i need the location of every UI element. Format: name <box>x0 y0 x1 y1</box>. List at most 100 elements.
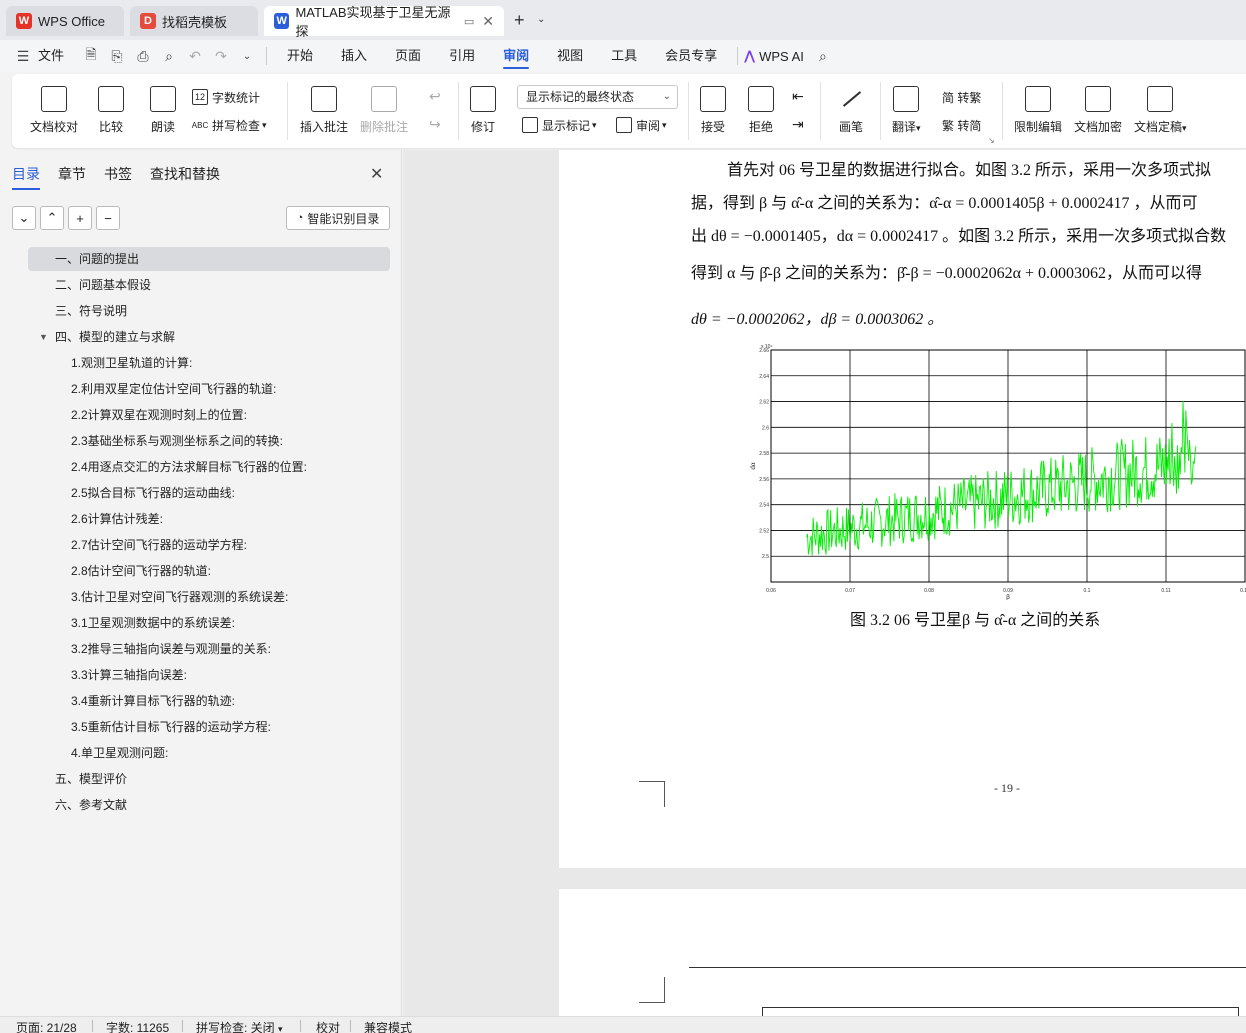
close-tab-icon[interactable]: ✕ <box>482 13 494 30</box>
close-icon[interactable]: ✕ <box>370 164 383 184</box>
accept-button[interactable]: 接受 <box>700 86 726 135</box>
insert-comment-button[interactable]: 插入批注 <box>300 86 348 135</box>
chevron-down-icon[interactable]: ⌄ <box>537 14 545 25</box>
review-pane-button[interactable]: 审阅 ▾ <box>616 114 667 136</box>
new-tab-icon[interactable]: + <box>514 10 525 31</box>
toc-item[interactable]: 3.2推导三轴指向误差与观测量的关系: <box>71 638 271 660</box>
compare-button[interactable]: 比较 <box>98 86 124 135</box>
toc-item-label: 3.1卫星观测数据中的系统误差: <box>71 616 236 630</box>
word-count-indicator[interactable]: 字数: 11265 <box>106 1019 169 1033</box>
to-traditional-button[interactable]: 简 转繁 <box>942 86 981 108</box>
collapse-up-icon[interactable]: ⌃ <box>40 206 64 230</box>
translate-button[interactable]: 翻译▾ <box>892 86 921 135</box>
spell-check-button[interactable]: ABC 拼写检查 ▾ <box>192 114 267 136</box>
x-axis-label: β <box>1006 593 1010 600</box>
export-icon[interactable]: ⎘ <box>104 40 130 72</box>
menu-references[interactable]: 引用 <box>435 40 489 72</box>
toc-item[interactable]: 2.7估计空间飞行器的运动学方程: <box>71 534 247 556</box>
toc-item[interactable]: ▼ 四、模型的建立与求解 <box>39 326 175 348</box>
pen-button[interactable]: 画笔 <box>838 86 864 135</box>
tab-template[interactable]: D 找稻壳模板 <box>130 6 258 36</box>
menu-home[interactable]: 开始 <box>273 40 327 72</box>
to-simplified-label: 繁 转简 <box>942 118 982 133</box>
word-count-button[interactable]: 12 字数统计 <box>192 86 260 108</box>
proofread-button[interactable]: 文档校对 <box>30 86 78 135</box>
dialog-launcher-icon[interactable]: ↘ <box>988 136 995 145</box>
restrict-edit-button[interactable]: 限制编辑 <box>1014 86 1062 135</box>
toc-item[interactable]: 1.观测卫星轨道的计算: <box>71 352 192 374</box>
toc-item[interactable]: 五、模型评价 <box>55 768 127 790</box>
toc-item[interactable]: 三、符号说明 <box>55 300 127 322</box>
menu-review[interactable]: 审阅 <box>489 40 543 72</box>
next-change-icon[interactable]: ⇥ <box>792 116 804 133</box>
expand-down-icon[interactable]: ⌄ <box>12 206 36 230</box>
quick-access-more-icon[interactable]: ⌄ <box>234 40 260 72</box>
print-icon[interactable]: ⎙ <box>130 40 156 72</box>
expand-triangle-icon[interactable]: ▼ <box>39 326 48 348</box>
document-area: 首先对 06 号卫星的数据进行拟合。如图 3.2 所示，采用一次多项式拟 据，得… <box>403 150 1246 1016</box>
smart-toc-button[interactable]: ◔ 智能识别目录 <box>286 206 390 230</box>
undo-icon[interactable]: ↶ <box>182 40 208 72</box>
previous-comment-icon[interactable]: ↩ <box>429 88 441 105</box>
tab-bookmarks[interactable]: 书签 <box>104 164 132 184</box>
add-heading-icon[interactable]: + <box>68 206 92 230</box>
menu-file[interactable]: 文件 <box>36 40 78 72</box>
toc-item[interactable]: 3.3计算三轴指向误差: <box>71 664 187 686</box>
show-markup-button[interactable]: 显示标记 ▾ <box>522 114 597 136</box>
menu-membership[interactable]: 会员专享 <box>651 40 731 72</box>
read-aloud-button[interactable]: 朗读 <box>150 86 176 135</box>
page-indicator[interactable]: 页面: 21/28 <box>16 1019 77 1033</box>
toc-item[interactable]: 2.利用双星定位估计空间飞行器的轨道: <box>71 378 276 400</box>
toc-item-label: 五、模型评价 <box>55 772 128 786</box>
next-comment-icon[interactable]: ↪ <box>429 116 441 133</box>
delete-comment-button[interactable]: 删除批注 <box>360 86 408 135</box>
print-preview-icon[interactable]: ⌕ <box>156 40 182 72</box>
page-number: - 19 - <box>994 781 1020 795</box>
to-traditional-label: 简 转繁 <box>942 90 982 105</box>
previous-change-icon[interactable]: ⇤ <box>792 88 804 105</box>
to-simplified-button[interactable]: 繁 转简 <box>942 114 981 136</box>
menu-tools[interactable]: 工具 <box>597 40 651 72</box>
reject-button[interactable]: 拒绝 <box>748 86 774 135</box>
toc-item[interactable]: 2.8估计空间飞行器的轨道: <box>71 560 211 582</box>
toc-item[interactable]: 一、问题的提出 <box>55 248 139 270</box>
encrypt-label: 文档加密 <box>1074 120 1123 134</box>
tab-sections[interactable]: 章节 <box>58 164 86 184</box>
crop-mark <box>639 977 665 1003</box>
search-icon[interactable]: ⌕ <box>810 40 836 72</box>
paragraph-line-4: 得到 α 与 β̂-β 之间的关系为：β̂-β = −0.0002062α + … <box>691 265 1203 282</box>
toc-item[interactable]: 2.4用逐点交汇的方法求解目标飞行器的位置: <box>71 456 307 478</box>
toc-item[interactable]: 2.5拟合目标飞行器的运动曲线: <box>71 482 235 504</box>
hamburger-menu-icon[interactable]: ☰ <box>10 40 36 72</box>
toc-item[interactable]: 2.3基础坐标系与观测坐标系之间的转换: <box>71 430 283 452</box>
redo-icon[interactable]: ↷ <box>208 40 234 72</box>
toc-item[interactable]: 3.1卫星观测数据中的系统误差: <box>71 612 235 634</box>
proof-status[interactable]: 校对 <box>316 1019 340 1033</box>
tab-document[interactable]: W MATLAB实现基于卫星无源探 ▭ ✕ <box>264 5 504 39</box>
tab-toc[interactable]: 目录 <box>12 164 40 190</box>
toc-item[interactable]: 2.2计算双星在观测时刻上的位置: <box>71 404 247 426</box>
finalize-button[interactable]: 文档定稿▾ <box>1134 86 1187 135</box>
encrypt-button[interactable]: 文档加密 <box>1074 86 1122 135</box>
toc-item[interactable]: 3.4重新计算目标飞行器的轨迹: <box>71 690 235 712</box>
menu-page[interactable]: 页面 <box>381 40 435 72</box>
tab-wps-office[interactable]: W WPS Office <box>6 6 124 36</box>
track-changes-button[interactable]: 修订 <box>470 86 496 135</box>
tab-find-replace[interactable]: 查找和替换 <box>150 164 220 184</box>
delete-comment-label: 删除批注 <box>360 120 409 134</box>
encrypt-document-icon <box>1085 86 1111 112</box>
toc-item[interactable]: 3.5重新估计目标飞行器的运动学方程: <box>71 716 271 738</box>
menu-view[interactable]: 视图 <box>543 40 597 72</box>
toc-item[interactable]: 二、问题基本假设 <box>55 274 151 296</box>
toc-item-label: 2.2计算双星在观测时刻上的位置: <box>71 408 248 422</box>
menu-insert[interactable]: 插入 <box>327 40 381 72</box>
spell-check-status[interactable]: 拼写检查: 关闭 ▾ <box>196 1019 283 1033</box>
markup-state-select[interactable]: 显示标记的最终状态 ⌄ <box>517 85 678 109</box>
save-icon[interactable]: 🗎 <box>78 40 104 72</box>
toc-item[interactable]: 3.估计卫星对空间飞行器观测的系统误差: <box>71 586 288 608</box>
toc-item[interactable]: 六、参考文献 <box>55 794 127 816</box>
remove-heading-icon[interactable]: − <box>96 206 120 230</box>
toc-item[interactable]: 2.6计算估计残差: <box>71 508 163 530</box>
wps-ai-button[interactable]: ⋀ WPS AI <box>744 48 804 64</box>
toc-item[interactable]: 4.单卫星观测问题: <box>71 742 168 764</box>
